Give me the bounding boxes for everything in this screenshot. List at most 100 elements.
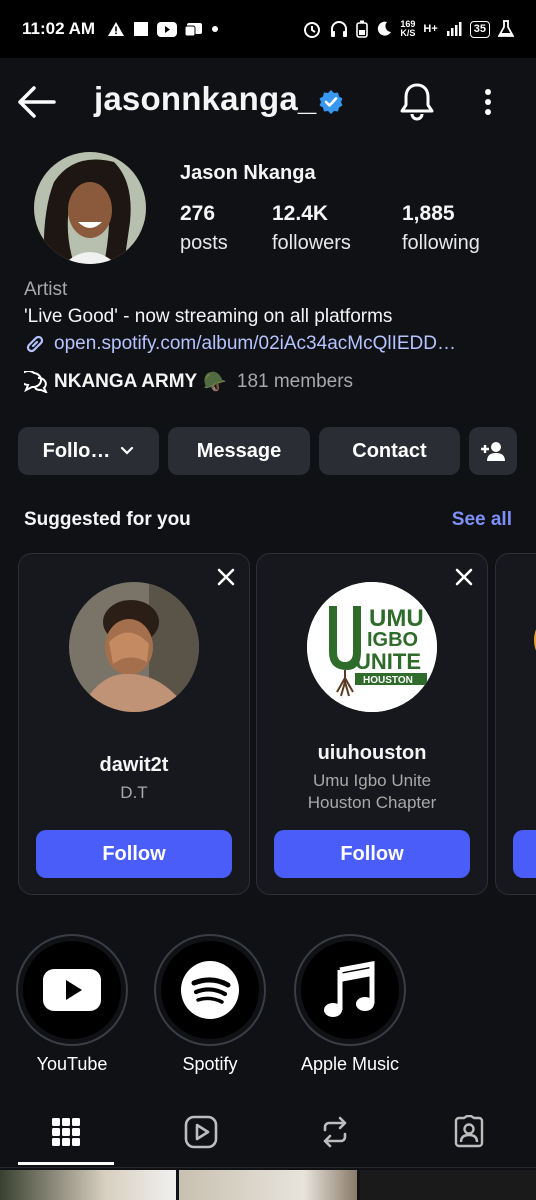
highlight-ring [294,934,406,1046]
repost-icon [323,1116,347,1148]
community-chip[interactable]: NKANGA ARMY 🪖 181 members [24,370,353,394]
community-emoji: 🪖 [203,372,227,393]
logo-text-houston: HOUSTON [363,675,413,686]
post-thumbnail[interactable] [179,1170,357,1200]
chevron-down-icon [121,446,134,455]
battery-indicator: 35 [469,20,490,38]
avatar-photo [34,152,146,264]
followers-label: followers [272,232,351,254]
reels-play-icon [184,1115,218,1149]
dismiss-close-icon[interactable] [217,568,235,586]
suggestion-avatar[interactable] [69,582,199,712]
profile-handle: jasonnkanga_ [94,80,317,117]
dismiss-close-icon[interactable] [455,568,473,586]
follow-button-label: Follow [102,842,166,865]
status-bar: 11:02 AM 169 K/S H+ 35 [0,0,536,58]
battery-saver-icon [356,20,369,38]
dawit-photo [69,582,199,712]
following-dropdown-button[interactable]: Follo… [18,427,159,475]
highlight-ring [16,934,128,1046]
see-all-link[interactable]: See all [452,509,512,531]
posts-count: 276 [180,202,216,225]
following-button-label: Follo… [42,439,111,462]
highlight-cover [161,941,259,1039]
profile-bio: Artist 'Live Good' - now streaming on al… [24,276,524,357]
more-options-icon[interactable] [476,86,500,118]
community-members: 181 members [236,371,354,392]
community-name: NKANGA ARMY [54,371,198,392]
suggestion-subtitle-line2: Houston Chapter [307,793,437,812]
active-tab-indicator [18,1162,114,1165]
highlight-label: YouTube [36,1054,108,1074]
suggested-title: Suggested for you [24,509,191,530]
tab-reposts[interactable] [315,1112,355,1152]
logo-text-unite: UNITE [355,649,421,674]
highlight-label: Spotify [182,1054,238,1074]
contact-button-label: Contact [352,439,427,462]
network-type: H+ [423,23,438,35]
spotify-icon [181,961,239,1019]
grid-icon [52,1118,80,1146]
tab-reels[interactable] [181,1112,221,1152]
suggest-people-button[interactable] [469,427,517,475]
posts-label: posts [180,232,228,254]
bio-link-text: open.spotify.com/album/02iAc34acMcQlIEDD… [54,333,456,354]
headphones-icon [331,21,348,37]
tab-tagged[interactable] [449,1112,489,1152]
system-icons: 169 K/S H+ 35 [302,19,514,39]
youtube-icon [43,969,101,1011]
following-label: following [402,232,480,254]
status-time: 11:02 AM [22,19,96,38]
notification-bell-icon[interactable] [398,81,436,121]
link-icon [26,335,44,352]
dot-icon [212,26,219,32]
contact-button[interactable]: Contact [319,427,460,475]
suggestion-card[interactable]: dawit2t D.T Follow [18,553,250,895]
add-person-icon [481,442,505,461]
suggestion-card-partial[interactable] [495,553,536,895]
network-speed: 169 K/S [400,20,415,38]
logo-text-umu: UMU [369,605,424,632]
message-button[interactable]: Message [168,427,310,475]
highlight-label: Apple Music [300,1054,400,1074]
cast-notification-icon [185,22,203,36]
stat-posts[interactable]: 276 posts [180,202,228,255]
tab-grid[interactable] [46,1112,86,1152]
umu-igbo-unite-logo: UMU IGBO UNITE HOUSTON [307,582,437,712]
suggestion-card[interactable]: UMU IGBO UNITE HOUSTON uiuhouston Umu Ig… [256,553,488,895]
highlight-cover [301,941,399,1039]
tagged-person-icon [454,1115,484,1148]
profile-screen: jasonnkanga_ Jason Nkanga 276 posts 12.4… [0,58,536,1200]
suggestion-username: uiuhouston [317,742,427,764]
follow-button[interactable] [513,830,536,878]
speed-unit: K/S [400,28,416,38]
profile-category: Artist [24,279,68,300]
follow-button-label: Follow [340,842,404,865]
back-arrow-icon[interactable] [16,84,56,120]
music-note-icon [324,960,375,1017]
highlight-apple-music[interactable]: Apple Music [294,934,406,1075]
notification-icons [107,21,219,37]
profile-avatar[interactable] [34,152,146,264]
follow-button[interactable]: Follow [274,830,470,878]
square-notification-icon [134,22,149,36]
community-chat-icon [24,371,48,393]
highlight-ring [154,934,266,1046]
follow-button[interactable]: Follow [36,830,232,878]
suggestion-subtitle-line1: Umu Igbo Unite [312,771,432,790]
signal-icon [446,22,462,36]
suggestion-avatar[interactable]: UMU IGBO UNITE HOUSTON [307,582,437,712]
bio-text: 'Live Good' - now streaming on all platf… [24,306,393,327]
highlight-spotify[interactable]: Spotify [154,934,266,1075]
post-thumbnail[interactable] [0,1170,176,1200]
highlight-youtube[interactable]: YouTube [16,934,128,1075]
suggestion-subtitle: D.T [120,783,148,802]
youtube-notification-icon [157,21,178,37]
bio-link[interactable]: open.spotify.com/album/02iAc34acMcQlIEDD… [24,330,524,357]
stat-followers[interactable]: 12.4K followers [272,202,351,255]
flask-icon [498,20,514,37]
post-thumbnail[interactable] [360,1170,536,1200]
highlight-cover [23,941,121,1039]
profile-full-name: Jason Nkanga [180,162,316,184]
stat-following[interactable]: 1,885 following [402,202,480,255]
